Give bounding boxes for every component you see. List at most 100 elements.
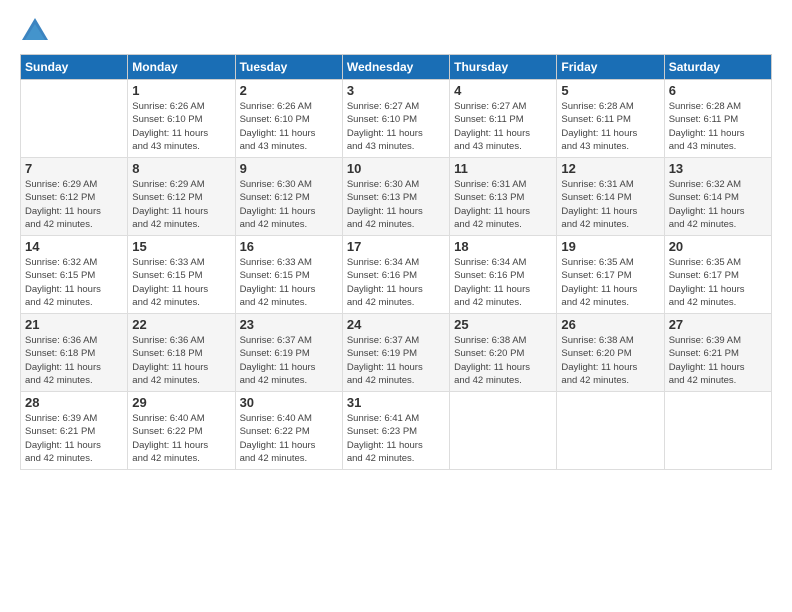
day-info: Sunrise: 6:36 AM Sunset: 6:18 PM Dayligh…	[132, 334, 230, 387]
day-cell: 11 Sunrise: 6:31 AM Sunset: 6:13 PM Dayli…	[450, 158, 557, 236]
day-cell: 18 Sunrise: 6:34 AM Sunset: 6:16 PM Dayli…	[450, 236, 557, 314]
day-cell: 6 Sunrise: 6:28 AM Sunset: 6:11 PM Daylig…	[664, 80, 771, 158]
day-number: 10	[347, 161, 445, 176]
day-number: 11	[454, 161, 552, 176]
day-number: 29	[132, 395, 230, 410]
day-number: 2	[240, 83, 338, 98]
day-cell: 9 Sunrise: 6:30 AM Sunset: 6:12 PM Daylig…	[235, 158, 342, 236]
day-cell: 25 Sunrise: 6:38 AM Sunset: 6:20 PM Dayli…	[450, 314, 557, 392]
day-number: 13	[669, 161, 767, 176]
day-cell	[557, 392, 664, 470]
day-info: Sunrise: 6:37 AM Sunset: 6:19 PM Dayligh…	[240, 334, 338, 387]
day-number: 18	[454, 239, 552, 254]
day-number: 31	[347, 395, 445, 410]
day-cell: 3Sunrise: 6:27 AM Sunset: 6:10 PM Daylig…	[342, 80, 449, 158]
header-cell-thursday: Thursday	[450, 55, 557, 80]
header-cell-friday: Friday	[557, 55, 664, 80]
day-info: Sunrise: 6:29 AM Sunset: 6:12 PM Dayligh…	[25, 178, 123, 231]
day-info: Sunrise: 6:35 AM Sunset: 6:17 PM Dayligh…	[669, 256, 767, 309]
day-cell: 27Sunrise: 6:39 AM Sunset: 6:21 PM Dayli…	[664, 314, 771, 392]
week-row-0: 1 Sunrise: 6:26 AM Sunset: 6:10 PM Daylig…	[21, 80, 772, 158]
day-cell: 8 Sunrise: 6:29 AM Sunset: 6:12 PM Daylig…	[128, 158, 235, 236]
day-number: 9	[240, 161, 338, 176]
day-cell: 12 Sunrise: 6:31 AM Sunset: 6:14 PM Dayli…	[557, 158, 664, 236]
day-info: Sunrise: 6:32 AM Sunset: 6:14 PM Dayligh…	[669, 178, 767, 231]
day-cell: 17Sunrise: 6:34 AM Sunset: 6:16 PM Dayli…	[342, 236, 449, 314]
day-info: Sunrise: 6:29 AM Sunset: 6:12 PM Dayligh…	[132, 178, 230, 231]
day-cell: 28 Sunrise: 6:39 AM Sunset: 6:21 PM Dayli…	[21, 392, 128, 470]
day-info: Sunrise: 6:28 AM Sunset: 6:11 PM Dayligh…	[561, 100, 659, 153]
day-info: Sunrise: 6:32 AM Sunset: 6:15 PM Dayligh…	[25, 256, 123, 309]
day-info: Sunrise: 6:31 AM Sunset: 6:13 PM Dayligh…	[454, 178, 552, 231]
week-row-1: 7 Sunrise: 6:29 AM Sunset: 6:12 PM Daylig…	[21, 158, 772, 236]
day-cell	[21, 80, 128, 158]
calendar-table: SundayMondayTuesdayWednesdayThursdayFrid…	[20, 54, 772, 470]
day-info: Sunrise: 6:30 AM Sunset: 6:12 PM Dayligh…	[240, 178, 338, 231]
day-number: 25	[454, 317, 552, 332]
day-number: 22	[132, 317, 230, 332]
day-info: Sunrise: 6:33 AM Sunset: 6:15 PM Dayligh…	[240, 256, 338, 309]
day-number: 20	[669, 239, 767, 254]
day-cell: 24 Sunrise: 6:37 AM Sunset: 6:19 PM Dayli…	[342, 314, 449, 392]
day-number: 6	[669, 83, 767, 98]
day-info: Sunrise: 6:34 AM Sunset: 6:16 PM Dayligh…	[454, 256, 552, 309]
day-cell	[450, 392, 557, 470]
day-info: Sunrise: 6:26 AM Sunset: 6:10 PM Dayligh…	[132, 100, 230, 153]
day-number: 21	[25, 317, 123, 332]
header-cell-monday: Monday	[128, 55, 235, 80]
header-cell-saturday: Saturday	[664, 55, 771, 80]
day-number: 4	[454, 83, 552, 98]
day-info: Sunrise: 6:40 AM Sunset: 6:22 PM Dayligh…	[240, 412, 338, 465]
day-info: Sunrise: 6:41 AM Sunset: 6:23 PM Dayligh…	[347, 412, 445, 465]
day-number: 5	[561, 83, 659, 98]
day-cell: 5 Sunrise: 6:28 AM Sunset: 6:11 PM Daylig…	[557, 80, 664, 158]
header	[20, 18, 772, 46]
day-number: 1	[132, 83, 230, 98]
logo-icon	[20, 16, 50, 44]
header-cell-sunday: Sunday	[21, 55, 128, 80]
day-cell: 4 Sunrise: 6:27 AM Sunset: 6:11 PM Daylig…	[450, 80, 557, 158]
day-info: Sunrise: 6:30 AM Sunset: 6:13 PM Dayligh…	[347, 178, 445, 231]
day-info: Sunrise: 6:27 AM Sunset: 6:10 PM Dayligh…	[347, 100, 445, 153]
day-info: Sunrise: 6:38 AM Sunset: 6:20 PM Dayligh…	[454, 334, 552, 387]
day-number: 30	[240, 395, 338, 410]
day-cell: 7 Sunrise: 6:29 AM Sunset: 6:12 PM Daylig…	[21, 158, 128, 236]
day-number: 8	[132, 161, 230, 176]
day-info: Sunrise: 6:26 AM Sunset: 6:10 PM Dayligh…	[240, 100, 338, 153]
day-number: 14	[25, 239, 123, 254]
day-number: 12	[561, 161, 659, 176]
page: SundayMondayTuesdayWednesdayThursdayFrid…	[0, 0, 792, 612]
day-info: Sunrise: 6:27 AM Sunset: 6:11 PM Dayligh…	[454, 100, 552, 153]
day-cell: 2 Sunrise: 6:26 AM Sunset: 6:10 PM Daylig…	[235, 80, 342, 158]
day-cell: 30 Sunrise: 6:40 AM Sunset: 6:22 PM Dayli…	[235, 392, 342, 470]
day-info: Sunrise: 6:38 AM Sunset: 6:20 PM Dayligh…	[561, 334, 659, 387]
day-cell: 23 Sunrise: 6:37 AM Sunset: 6:19 PM Dayli…	[235, 314, 342, 392]
day-info: Sunrise: 6:39 AM Sunset: 6:21 PM Dayligh…	[25, 412, 123, 465]
day-info: Sunrise: 6:37 AM Sunset: 6:19 PM Dayligh…	[347, 334, 445, 387]
logo	[20, 18, 52, 46]
week-row-4: 28 Sunrise: 6:39 AM Sunset: 6:21 PM Dayli…	[21, 392, 772, 470]
header-row: SundayMondayTuesdayWednesdayThursdayFrid…	[21, 55, 772, 80]
day-cell: 10 Sunrise: 6:30 AM Sunset: 6:13 PM Dayli…	[342, 158, 449, 236]
day-number: 24	[347, 317, 445, 332]
week-row-3: 21 Sunrise: 6:36 AM Sunset: 6:18 PM Dayli…	[21, 314, 772, 392]
day-info: Sunrise: 6:40 AM Sunset: 6:22 PM Dayligh…	[132, 412, 230, 465]
day-cell: 20 Sunrise: 6:35 AM Sunset: 6:17 PM Dayli…	[664, 236, 771, 314]
day-info: Sunrise: 6:28 AM Sunset: 6:11 PM Dayligh…	[669, 100, 767, 153]
day-cell: 15 Sunrise: 6:33 AM Sunset: 6:15 PM Dayli…	[128, 236, 235, 314]
day-cell	[664, 392, 771, 470]
day-number: 7	[25, 161, 123, 176]
day-info: Sunrise: 6:33 AM Sunset: 6:15 PM Dayligh…	[132, 256, 230, 309]
day-cell: 22 Sunrise: 6:36 AM Sunset: 6:18 PM Dayli…	[128, 314, 235, 392]
day-number: 23	[240, 317, 338, 332]
header-cell-wednesday: Wednesday	[342, 55, 449, 80]
day-cell: 26Sunrise: 6:38 AM Sunset: 6:20 PM Dayli…	[557, 314, 664, 392]
day-number: 27	[669, 317, 767, 332]
day-number: 15	[132, 239, 230, 254]
day-info: Sunrise: 6:31 AM Sunset: 6:14 PM Dayligh…	[561, 178, 659, 231]
day-cell: 29 Sunrise: 6:40 AM Sunset: 6:22 PM Dayli…	[128, 392, 235, 470]
day-cell: 14 Sunrise: 6:32 AM Sunset: 6:15 PM Dayli…	[21, 236, 128, 314]
day-info: Sunrise: 6:35 AM Sunset: 6:17 PM Dayligh…	[561, 256, 659, 309]
day-number: 28	[25, 395, 123, 410]
day-cell: 21Sunrise: 6:36 AM Sunset: 6:18 PM Dayli…	[21, 314, 128, 392]
